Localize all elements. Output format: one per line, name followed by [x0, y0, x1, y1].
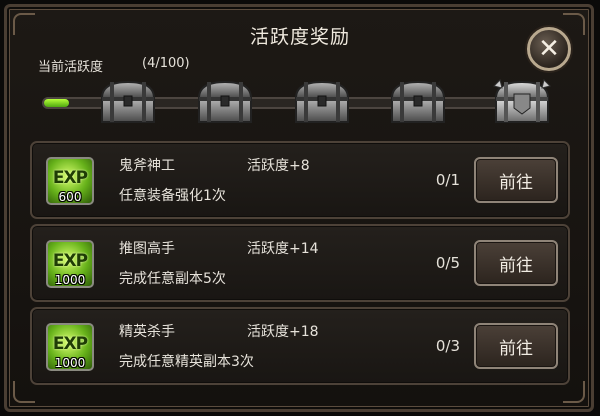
exp-icon-label: EXP: [52, 251, 88, 271]
close-icon: ✕: [538, 34, 560, 64]
exp-reward-icon: EXP 1000: [46, 240, 94, 288]
activity-progress-fill: [44, 99, 70, 107]
activity-label: 当前活跃度: [38, 60, 104, 75]
task-row: EXP 600 鬼斧神工 活跃度+8 任意装备强化1次 0/1 前往: [30, 141, 570, 219]
task-name: 鬼斧神工: [119, 158, 175, 174]
go-button[interactable]: 前往: [474, 157, 558, 203]
task-activity-points: 活跃度+14: [247, 241, 319, 257]
task-description: 任意装备强化1次: [119, 188, 226, 204]
task-progress: 0/3: [435, 337, 460, 355]
exp-reward-amount: 600: [58, 190, 82, 204]
task-activity-points: 活跃度+8: [247, 158, 310, 174]
chest-icon[interactable]: [388, 78, 448, 126]
exp-icon-label: EXP: [52, 168, 88, 188]
task-progress: 0/1: [435, 171, 460, 189]
corner-ornament: [13, 381, 35, 403]
corner-ornament: [563, 381, 585, 403]
dialog-title: 活跃度奖励: [249, 26, 350, 48]
task-row: EXP 1000 推图高手 活跃度+14 完成任意副本5次 0/5 前往: [30, 224, 570, 302]
chest-icon[interactable]: [292, 78, 352, 126]
go-button[interactable]: 前往: [474, 323, 558, 369]
task-description: 完成任意副本5次: [119, 271, 226, 287]
special-chest-icon[interactable]: [492, 78, 552, 126]
exp-icon-label: EXP: [52, 334, 88, 354]
close-button[interactable]: ✕: [527, 27, 571, 71]
task-name: 推图高手: [119, 241, 175, 257]
chest-icon[interactable]: [98, 78, 158, 126]
exp-reward-amount: 1000: [54, 356, 86, 370]
activity-value: (4/100): [142, 56, 190, 71]
task-activity-points: 活跃度+18: [247, 324, 319, 340]
go-button[interactable]: 前往: [474, 240, 558, 286]
task-name: 精英杀手: [119, 324, 175, 340]
exp-reward-icon: EXP 1000: [46, 323, 94, 371]
task-progress: 0/5: [435, 254, 460, 272]
task-row: EXP 1000 精英杀手 活跃度+18 完成任意精英副本3次 0/3 前往: [30, 307, 570, 385]
task-description: 完成任意精英副本3次: [119, 354, 254, 370]
exp-reward-icon: EXP 600: [46, 157, 94, 205]
chest-icon[interactable]: [195, 78, 255, 126]
exp-reward-amount: 1000: [54, 273, 86, 287]
